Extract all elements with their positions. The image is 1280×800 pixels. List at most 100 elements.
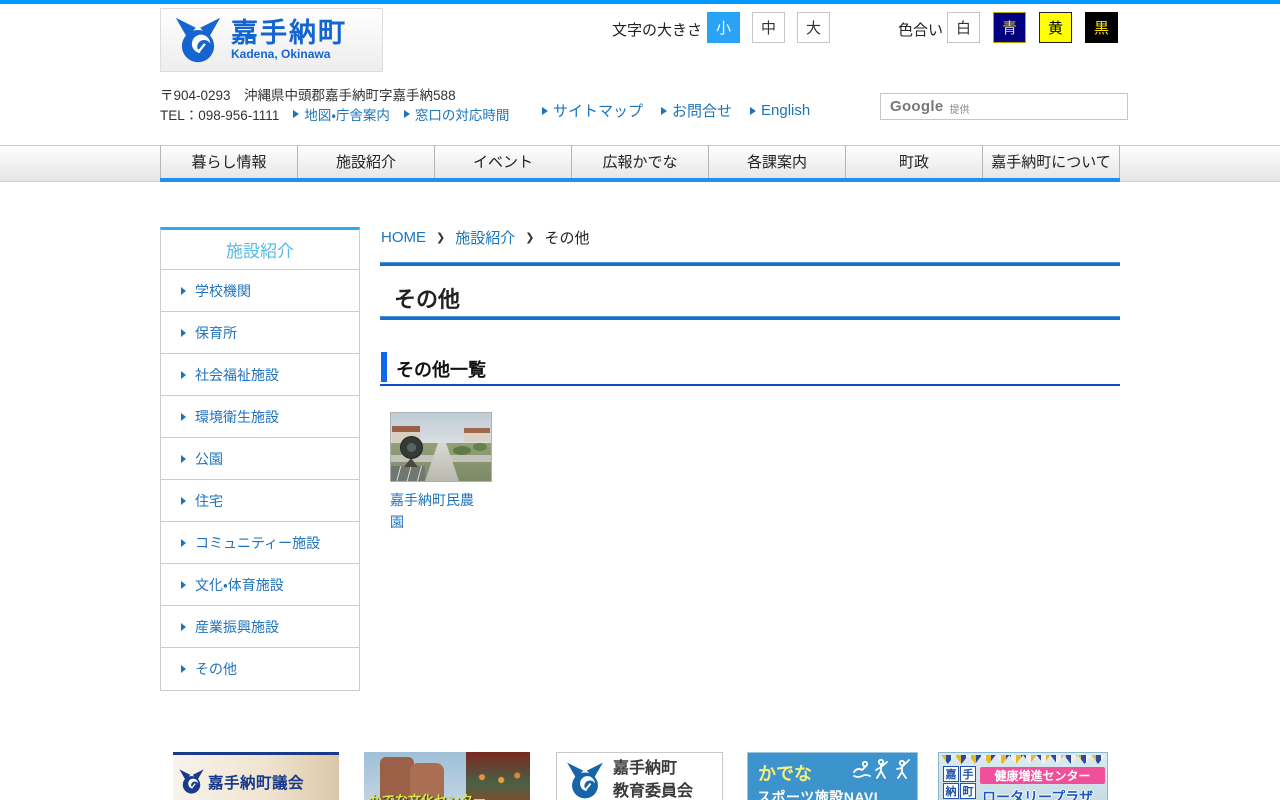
- tel-number: TEL：098-956-1111: [160, 104, 279, 124]
- google-provided-label: 提供: [949, 101, 969, 116]
- sidebar-item-environment[interactable]: 環境衛生施設: [161, 396, 359, 438]
- town-char-tile: 嘉: [943, 766, 959, 782]
- page-title: その他: [394, 282, 460, 314]
- color-scheme-yellow-button[interactable]: 黄: [1039, 12, 1072, 43]
- top-accent-strip: [0, 0, 1280, 4]
- triangle-icon: [181, 329, 186, 337]
- color-scheme-label: 色合い: [898, 19, 943, 40]
- tennis-player-icon: [873, 758, 891, 780]
- breadcrumb: HOME ❯ 施設紹介 ❯ その他: [381, 227, 589, 248]
- section-title: その他一覧: [396, 356, 486, 382]
- facility-link-label[interactable]: 嘉手納町民農園: [390, 489, 474, 533]
- triangle-icon: [181, 539, 186, 547]
- nav-item-town-government[interactable]: 町政: [845, 145, 982, 178]
- google-search-input[interactable]: Google 提供: [880, 93, 1128, 120]
- office-hours-link[interactable]: 窓口の対応時間: [404, 104, 510, 124]
- banner-education-line1: 嘉手納町: [613, 757, 693, 780]
- town-emblem-icon: [565, 762, 605, 799]
- site-logo-text: 嘉手納町 Kadena, Okinawa: [231, 19, 347, 61]
- thumb-parking: [391, 466, 425, 481]
- sidebar-item-industry[interactable]: 産業振興施設: [161, 606, 359, 648]
- nav-item-public-relations[interactable]: 広報かでな: [571, 145, 708, 178]
- font-size-large-button[interactable]: 大: [797, 12, 830, 43]
- triangle-icon: [661, 107, 667, 115]
- breadcrumb-current: その他: [544, 227, 589, 248]
- banner-sports-navi-label: スポーツ施設NAVI: [757, 787, 878, 800]
- sidebar-item-culture-sports[interactable]: 文化・体育施設: [161, 564, 359, 606]
- triangle-icon: [542, 107, 548, 115]
- color-scheme-blue-button[interactable]: 青: [993, 12, 1026, 43]
- triangle-icon: [181, 287, 186, 295]
- banner-education-text: 嘉手納町 教育委員会: [613, 757, 693, 800]
- section-underline: [380, 384, 1120, 386]
- banner-town-council[interactable]: 嘉手納町議会: [173, 752, 339, 800]
- nav-item-departments[interactable]: 各課案内: [708, 145, 845, 178]
- swimmer-icon: [853, 758, 871, 780]
- town-emblem-icon: [173, 17, 223, 63]
- sitemap-link[interactable]: サイトマップ: [542, 100, 643, 121]
- sidebar-item-social-welfare[interactable]: 社会福祉施設: [161, 354, 359, 396]
- triangle-icon: [181, 581, 186, 589]
- site-logo[interactable]: 嘉手納町 Kadena, Okinawa: [160, 8, 383, 72]
- map-office-link[interactable]: 地図・庁舎案内: [293, 104, 390, 124]
- sidebar-title: 施設紹介: [161, 230, 359, 270]
- chevron-right-icon: ❯: [525, 231, 534, 244]
- banner-culture-center[interactable]: かでな文化センター: [364, 752, 530, 800]
- postal-address: 〒904-0293 沖縄県中頭郡嘉手納町字嘉手納588: [160, 84, 456, 104]
- nav-item-facilities[interactable]: 施設紹介: [297, 145, 434, 178]
- nav-item-events[interactable]: イベント: [434, 145, 571, 178]
- banner-sports-navi[interactable]: かでな スポーツ施設NAVI: [747, 752, 918, 800]
- banner-health-center[interactable]: 嘉 手 納 町 健康増進センター ロータリープラザ: [938, 752, 1108, 800]
- thumb-house-right: [464, 428, 490, 442]
- chevron-right-icon: ❯: [436, 231, 445, 244]
- facility-card-kadena-farm[interactable]: 嘉手納町民農園: [390, 412, 494, 533]
- google-logo-text: Google: [890, 98, 943, 115]
- nav-underline: [160, 178, 1120, 182]
- breadcrumb-facilities-link[interactable]: 施設紹介: [455, 227, 515, 248]
- nav-item-about-kadena[interactable]: 嘉手納町について: [982, 145, 1120, 178]
- color-scheme-white-button[interactable]: 白: [947, 12, 980, 43]
- sidebar-facilities-menu: 施設紹介 学校機関 保育所 社会福祉施設 環境衛生施設 公園 住宅 コミュニティ…: [160, 227, 360, 691]
- town-char-tile: 手: [960, 766, 976, 782]
- town-char-tile: 町: [960, 783, 976, 799]
- triangle-icon: [181, 371, 186, 379]
- triangle-icon: [181, 623, 186, 631]
- triangle-icon: [750, 107, 756, 115]
- triangle-icon: [293, 110, 299, 118]
- quick-links: サイトマップ お問合せ English: [542, 100, 810, 121]
- sports-pictograms: [853, 758, 911, 780]
- site-title: 嘉手納町: [231, 19, 347, 47]
- banner-town-council-label: 嘉手納町議会: [208, 771, 304, 793]
- breadcrumb-home-link[interactable]: HOME: [381, 229, 426, 246]
- triangle-icon: [181, 665, 186, 673]
- sidebar-item-community[interactable]: コミュニティー施設: [161, 522, 359, 564]
- nav-item-living-info[interactable]: 暮らし情報: [160, 145, 297, 178]
- banner-rotary-plaza-label: ロータリープラザ: [982, 787, 1093, 800]
- triangle-icon: [404, 110, 410, 118]
- font-size-small-button[interactable]: 小: [707, 12, 740, 43]
- banner-culture-center-label: かでな文化センター: [369, 790, 486, 800]
- sidebar-item-nurseries[interactable]: 保育所: [161, 312, 359, 354]
- banner-health-center-label: 健康増進センター: [980, 767, 1105, 784]
- english-link[interactable]: English: [750, 102, 810, 119]
- title-rule-top: [380, 262, 1120, 266]
- thumb-bush: [453, 446, 471, 455]
- banner-health-town-tiles: 嘉 手 納 町: [943, 766, 978, 799]
- sidebar-item-schools[interactable]: 学校機関: [161, 270, 359, 312]
- site-title-en: Kadena, Okinawa: [231, 47, 347, 61]
- main-nav-menu: 暮らし情報 施設紹介 イベント 広報かでな 各課案内 町政 嘉手納町について: [160, 145, 1120, 178]
- sidebar-item-parks[interactable]: 公園: [161, 438, 359, 480]
- banner-sports-kadena-label: かでな: [758, 760, 812, 786]
- font-size-medium-button[interactable]: 中: [752, 12, 785, 43]
- section-accent-bar: [381, 352, 387, 382]
- town-emblem-icon: [178, 769, 205, 794]
- batter-icon: [893, 758, 911, 780]
- sidebar-item-other[interactable]: その他: [161, 648, 359, 690]
- sidebar-item-housing[interactable]: 住宅: [161, 480, 359, 522]
- town-char-tile: 納: [943, 783, 959, 799]
- color-scheme-black-button[interactable]: 黒: [1085, 12, 1118, 43]
- contact-link[interactable]: お問合せ: [661, 100, 732, 121]
- bunting-flags: [941, 755, 1105, 764]
- triangle-icon: [181, 497, 186, 505]
- banner-board-of-education[interactable]: 嘉手納町 教育委員会: [556, 752, 723, 800]
